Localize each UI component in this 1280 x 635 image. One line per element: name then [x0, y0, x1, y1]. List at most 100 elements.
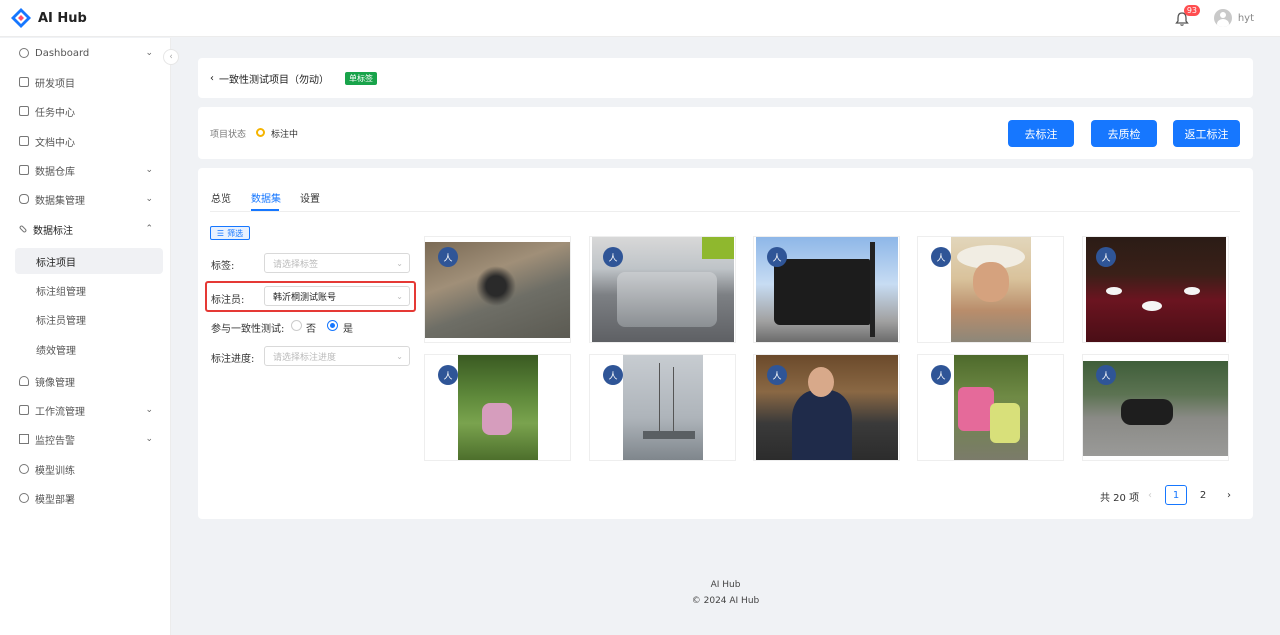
pagination-page-2[interactable]: 2 — [1192, 485, 1214, 505]
chevron-down-icon: ⌄ — [145, 434, 153, 444]
notification-count: 93 — [1183, 5, 1200, 16]
tag-select[interactable]: 请选择标签 ⌄ — [264, 253, 410, 273]
deploy-icon — [19, 493, 29, 503]
chevron-down-icon: ⌄ — [396, 291, 403, 301]
sidebar-item-images[interactable]: 镜像管理 — [15, 368, 163, 394]
sidebar-item-label: Dashboard — [35, 47, 90, 59]
logo[interactable]: AI Hub — [10, 7, 87, 29]
image-thumbnail[interactable]: 人 — [753, 354, 900, 461]
girl-sunhat-image — [951, 237, 1031, 342]
image-thumbnail[interactable]: 人 — [917, 236, 1064, 343]
person-badge: 人 — [931, 247, 951, 267]
project-header-card: ‹ 一致性测试项目（勿动） 单标签 — [198, 58, 1253, 98]
filter-button[interactable]: ☰ 筛选 — [210, 226, 250, 240]
sidebar-item-docs[interactable]: 文档中心 — [15, 128, 163, 154]
pagination-page-1[interactable]: 1 — [1165, 485, 1187, 505]
sidebar-item-label: 镜像管理 — [35, 377, 75, 389]
sidebar-item-datasets[interactable]: 数据集管理 ⌄ — [15, 186, 163, 212]
sidebar-item-deploy[interactable]: 模型部署 — [15, 485, 163, 511]
sidebar-subitem-label: 绩效管理 — [36, 345, 76, 357]
back-link[interactable]: ‹ 一致性测试项目（勿动） — [210, 71, 329, 86]
database-icon — [19, 194, 29, 204]
image-thumbnail[interactable]: 人 — [917, 354, 1064, 461]
sidebar-subitem-performance[interactable]: 绩效管理 — [15, 336, 163, 362]
image-thumbnail[interactable]: 人 — [753, 236, 900, 343]
sidebar-subitem-annotation-groups[interactable]: 标注组管理 — [15, 277, 163, 303]
label-type-tag: 单标签 — [345, 72, 377, 85]
tab-settings[interactable]: 设置 — [300, 190, 320, 205]
sidebar-item-annotation[interactable]: 数据标注 ⌃ — [15, 216, 163, 242]
logo-icon — [11, 8, 31, 28]
sidebar-subitem-label: 标注项目 — [36, 257, 76, 269]
image-thumbnail[interactable]: 人 — [589, 354, 736, 461]
sidebar-item-label: 数据集管理 — [35, 195, 85, 207]
pen-icon — [18, 224, 28, 234]
tab-overview[interactable]: 总览 — [211, 190, 231, 205]
sidebar-subitem-annotators[interactable]: 标注员管理 — [15, 306, 163, 332]
sidebar-item-label: 研发项目 — [35, 78, 75, 90]
project-title: 一致性测试项目（勿动） — [219, 75, 329, 86]
image-thumbnail[interactable]: 人 — [1082, 354, 1229, 461]
image-thumbnail[interactable]: 人 — [424, 236, 571, 343]
status-label: 项目状态 — [210, 130, 247, 140]
pagination-prev[interactable]: ‹ — [1139, 485, 1161, 505]
sidebar-collapse-button[interactable]: ‹ — [163, 49, 179, 65]
footer-copyright: © 2024 AI Hub — [691, 596, 760, 606]
image-thumbnail[interactable]: 人 — [589, 236, 736, 343]
qa-button[interactable]: 去质检 — [1091, 120, 1157, 147]
annotator-filter-label: 标注员: — [211, 295, 245, 306]
progress-select-placeholder: 请选择标注进度 — [273, 352, 337, 363]
annotator-select[interactable]: 韩沂桐测试账号 ⌄ — [264, 286, 410, 306]
tag-select-placeholder: 请选择标签 — [273, 259, 319, 270]
notification-button[interactable]: 93 — [1174, 5, 1200, 28]
tab-divider — [210, 211, 1240, 212]
tag-filter-label: 标签: — [211, 261, 235, 272]
consistency-no-label: 否 — [306, 324, 316, 335]
consistency-no-radio[interactable] — [291, 320, 302, 331]
consistency-yes-radio[interactable] — [327, 320, 338, 331]
sidebar-item-label: 工作流管理 — [35, 406, 85, 418]
chevron-down-icon: ⌄ — [145, 405, 153, 415]
sidebar-subitem-label: 标注员管理 — [36, 315, 86, 327]
sidebar-item-label: 文档中心 — [35, 137, 75, 149]
username[interactable]: hyt — [1238, 13, 1254, 24]
sidebar-item-tasks[interactable]: 任务中心 — [15, 98, 163, 124]
home-icon — [19, 165, 29, 175]
person-badge: 人 — [1096, 247, 1116, 267]
person-badge: 人 — [603, 365, 623, 385]
pagination-next[interactable]: › — [1218, 485, 1240, 505]
filter-icon: ☰ — [216, 228, 225, 238]
sidebar-item-warehouse[interactable]: 数据仓库 ⌄ — [15, 157, 163, 183]
person-badge: 人 — [603, 247, 623, 267]
rework-button[interactable]: 返工标注 — [1173, 120, 1240, 147]
consistency-yes-label: 是 — [343, 324, 353, 335]
footer-brand: AI Hub — [710, 580, 741, 590]
sidebar-subitem-label: 标注组管理 — [36, 286, 86, 298]
sidebar-item-projects[interactable]: 研发项目 — [15, 69, 163, 95]
tab-dataset[interactable]: 数据集 — [251, 190, 281, 205]
person-badge: 人 — [438, 247, 458, 267]
pagination-total: 共 20 项 — [1100, 493, 1140, 504]
image-thumbnail[interactable]: 人 — [424, 354, 571, 461]
sidebar-item-label: 数据仓库 — [35, 166, 75, 178]
alert-icon — [19, 434, 29, 444]
dataset-card — [198, 168, 1253, 519]
annotate-button[interactable]: 去标注 — [1008, 120, 1074, 147]
image-thumbnail[interactable]: 人 — [1082, 236, 1229, 343]
image-icon — [19, 376, 29, 386]
chevron-down-icon: ⌄ — [145, 48, 153, 58]
active-tab-indicator — [251, 209, 279, 211]
avatar[interactable] — [1213, 9, 1232, 27]
top-bar: AI Hub 93 hyt — [0, 0, 1280, 37]
father-child-image — [954, 355, 1028, 460]
sidebar-item-dashboard[interactable]: Dashboard ⌄ — [15, 40, 163, 66]
person-badge: 人 — [931, 365, 951, 385]
sidebar-item-training[interactable]: 模型训练 — [15, 456, 163, 482]
sidebar-subitem-annotation-projects[interactable]: 标注项目 — [15, 248, 163, 274]
sidebar-item-monitoring[interactable]: 监控告警 ⌄ — [15, 426, 163, 452]
chevron-down-icon: ⌄ — [396, 258, 403, 268]
progress-select[interactable]: 请选择标注进度 ⌄ — [264, 346, 410, 366]
sidebar-item-label: 监控告警 — [35, 435, 75, 447]
person-badge: 人 — [438, 365, 458, 385]
sidebar-item-workflow[interactable]: 工作流管理 ⌄ — [15, 397, 163, 423]
